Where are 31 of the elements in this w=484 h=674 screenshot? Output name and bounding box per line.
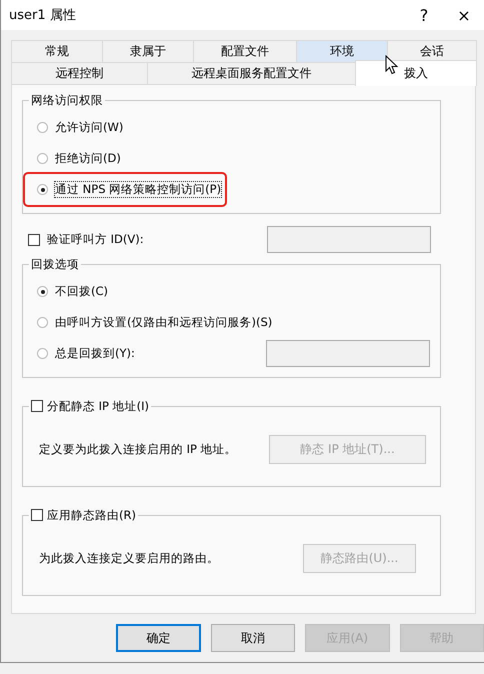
radio-label[interactable]: 不回拨(C) [55,284,108,299]
tab[interactable]: 常规 [11,40,103,62]
radio-button[interactable] [37,348,48,359]
radio-button[interactable] [37,317,48,328]
radio-label[interactable]: 允许访问(W) [55,120,124,135]
checkbox-label[interactable]: 应用静态路由(R) [47,508,136,522]
close-button[interactable]: × [444,0,484,30]
tab[interactable]: 环境 [296,40,388,62]
group-title: 网络访问权限 [31,93,103,108]
tab[interactable]: 拨入 [355,60,477,86]
checkbox[interactable] [31,509,43,521]
tab[interactable]: 会话 [387,40,477,62]
radio-button[interactable] [37,153,48,164]
group-title: 回拨选项 [31,257,79,272]
dialog-button[interactable]: 取消 [210,624,296,652]
help-button[interactable]: ? [404,0,444,30]
radio-button[interactable] [37,286,48,297]
dialog-button[interactable]: 确定 [116,624,201,652]
checkbox[interactable] [31,400,43,412]
description-text: 为此拨入连接定义要启用的路由。 [39,550,219,566]
radio-label[interactable]: 由呼叫方设置(仅路由和远程访问服务)(S) [55,315,272,330]
window-title: user1 属性 [9,7,77,24]
cursor-icon [385,55,399,75]
radio-label[interactable]: 拒绝访问(D) [55,151,121,166]
radio-label[interactable]: 通过 NPS 网络策略控制访问(P) [55,182,222,197]
tab[interactable]: 远程控制 [11,62,148,84]
radio-button[interactable] [37,184,48,195]
radio-button[interactable] [37,122,48,133]
radio-label[interactable]: 总是回拨到(Y): [55,346,135,361]
checkbox-label[interactable]: 分配静态 IP 地址(I) [47,398,150,414]
description-text: 定义要为此拨入连接启用的 IP 地址。 [39,442,237,456]
